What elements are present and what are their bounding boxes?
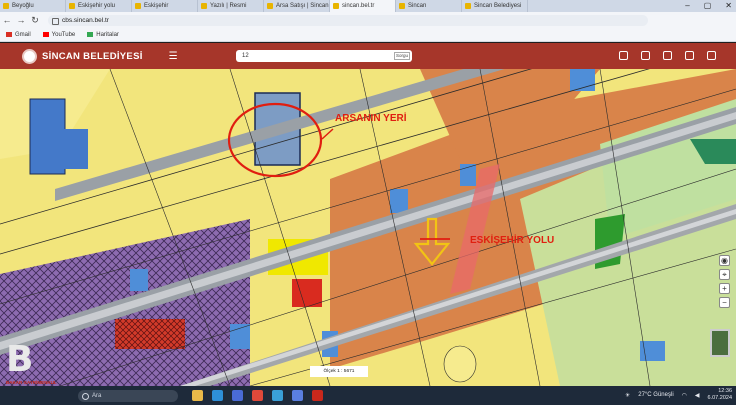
basemap-toggle[interactable] bbox=[710, 329, 730, 357]
close-icon[interactable]: ✕ bbox=[725, 0, 732, 12]
browser-tab-active[interactable]: sincan.bel.tr bbox=[330, 0, 396, 12]
search-input[interactable]: 12 Sorgu bbox=[236, 50, 412, 62]
search-button[interactable]: Sorgu bbox=[394, 52, 410, 60]
scale-indicator: Ölçek 1 : 5671 bbox=[310, 366, 368, 377]
blue-parcel bbox=[640, 341, 665, 361]
clock[interactable]: 12:36 6.07.2024 bbox=[708, 388, 732, 402]
roundabout bbox=[443, 345, 477, 383]
plot-annotation: ARSANIN YERİ bbox=[335, 113, 407, 124]
map-canvas[interactable]: ARSANIN YERİ ESKİŞEHİR YOLU Ölçek 1 : 56… bbox=[0, 69, 736, 386]
street-view-icon[interactable]: ◉ bbox=[719, 255, 730, 266]
reload-icon[interactable]: ↻ bbox=[28, 15, 42, 26]
browser-tab[interactable]: Arsa Satışı | Sincan bbox=[264, 0, 330, 12]
browser-tab[interactable]: Sincan Belediyesi bbox=[462, 0, 528, 12]
user-icon[interactable] bbox=[707, 51, 716, 60]
maximize-icon[interactable]: ▢ bbox=[704, 0, 712, 12]
layers-icon[interactable] bbox=[663, 51, 672, 60]
brand-subtitle: BAKAR GAYRİMENKUL bbox=[6, 380, 57, 385]
weather-icon: ☀ bbox=[624, 392, 631, 399]
url-field[interactable]: cbs.sincan.bel.tr bbox=[48, 14, 648, 26]
blue-parcel bbox=[130, 269, 148, 291]
zoom-out-icon[interactable]: − bbox=[719, 297, 730, 308]
blue-parcel bbox=[60, 129, 88, 169]
browser-tab-bar: Beyoğlu Eskişehir yolu Eskişehir Yazılı … bbox=[0, 0, 736, 12]
browser-tab[interactable]: Eskişehir yolu bbox=[66, 0, 132, 12]
edge-icon[interactable] bbox=[212, 390, 223, 401]
info-icon[interactable] bbox=[685, 51, 694, 60]
window-controls: – ▢ ✕ bbox=[685, 0, 732, 12]
bookmark-youtube[interactable]: YouTube bbox=[42, 32, 75, 38]
youtube-icon bbox=[42, 32, 49, 37]
print-icon[interactable] bbox=[619, 51, 628, 60]
municipality-logo-icon bbox=[22, 48, 37, 64]
gmail-icon bbox=[6, 32, 12, 37]
browser-tab[interactable]: Eskişehir bbox=[132, 0, 198, 12]
chrome-icon[interactable] bbox=[252, 390, 263, 401]
road-annotation: ESKİŞEHİR YOLU bbox=[470, 235, 555, 246]
bookmarks-bar: Gmail YouTube Haritalar bbox=[0, 28, 736, 42]
taskbar: Ara ☀ 27°C Güneşli ◠ ◀ 12:36 6.07.2024 bbox=[0, 386, 736, 405]
browser-tab[interactable]: Beyoğlu bbox=[0, 0, 66, 12]
weather-text: 27°C Güneşli bbox=[638, 392, 674, 398]
wifi-icon[interactable]: ◠ bbox=[682, 392, 687, 399]
blue-parcel bbox=[230, 324, 250, 349]
mail-icon[interactable] bbox=[292, 390, 303, 401]
app-title: SİNCAN BELEDİYESİ bbox=[42, 50, 143, 62]
address-bar: ← → ↻ cbs.sincan.bel.tr bbox=[0, 12, 736, 28]
browser-tab[interactable]: Yazılı | Resmi bbox=[198, 0, 264, 12]
browser-tab[interactable]: Sincan bbox=[396, 0, 462, 12]
taskbar-search[interactable]: Ara bbox=[78, 389, 178, 402]
volume-icon[interactable]: ◀ bbox=[695, 392, 700, 399]
map-controls: ◉ ⌖ + − bbox=[719, 255, 731, 308]
brand-letters: B bbox=[6, 339, 34, 380]
hatched-plot bbox=[115, 319, 185, 349]
acrobat-icon[interactable] bbox=[312, 390, 323, 401]
store-icon[interactable] bbox=[232, 390, 243, 401]
share-icon[interactable] bbox=[641, 51, 650, 60]
bookmark-gmail[interactable]: Gmail bbox=[6, 32, 31, 38]
menu-icon[interactable]: ☰ bbox=[169, 51, 178, 62]
taskbar-apps bbox=[192, 390, 323, 401]
system-tray: ☀ 27°C Güneşli ◠ ◀ 12:36 6.07.2024 bbox=[625, 388, 732, 402]
public-plot bbox=[292, 279, 322, 307]
locate-icon[interactable]: ⌖ bbox=[719, 269, 730, 280]
minimize-icon[interactable]: – bbox=[685, 0, 689, 12]
zoom-in-icon[interactable]: + bbox=[719, 283, 730, 294]
blue-parcel bbox=[29, 98, 66, 175]
maps-icon bbox=[87, 32, 94, 37]
back-icon[interactable]: ← bbox=[0, 15, 14, 25]
bookmark-maps[interactable]: Haritalar bbox=[87, 32, 119, 38]
app-header: SİNCAN BELEDİYESİ ☰ 12 Sorgu bbox=[0, 43, 736, 69]
header-tools bbox=[619, 51, 716, 60]
file-explorer-icon[interactable] bbox=[192, 390, 203, 401]
blue-parcel bbox=[390, 189, 408, 213]
forward-icon[interactable]: → bbox=[14, 15, 28, 25]
photos-icon[interactable] bbox=[272, 390, 283, 401]
